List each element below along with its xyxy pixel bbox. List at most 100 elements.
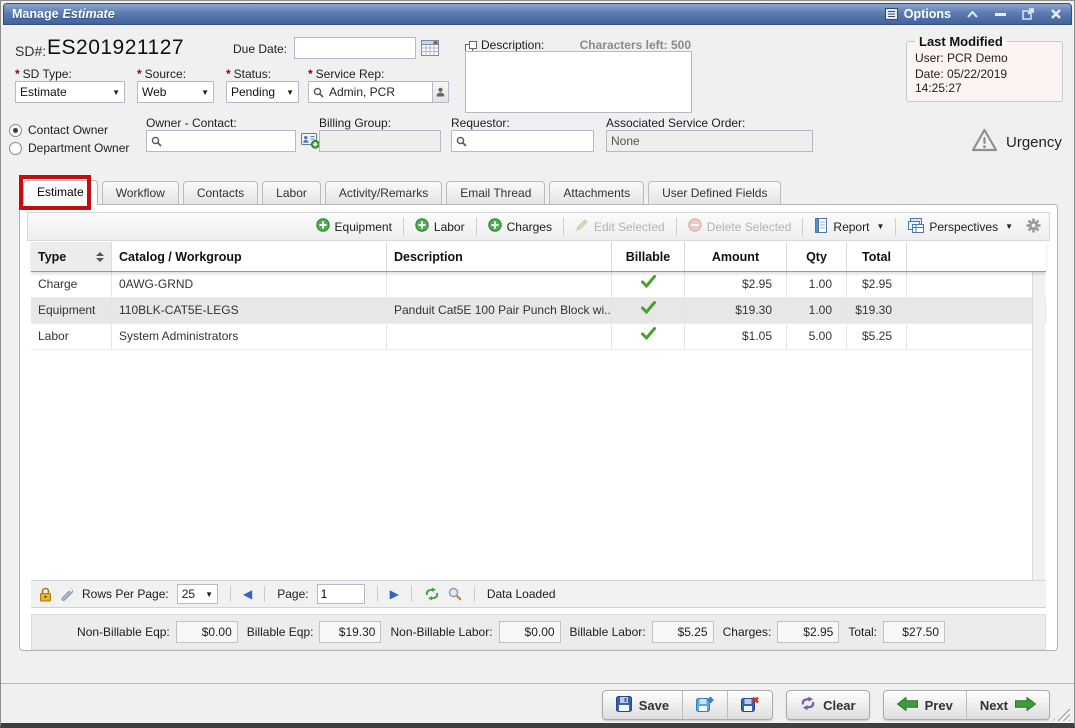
pencil-icon bbox=[575, 218, 589, 235]
close-icon[interactable] bbox=[1049, 7, 1063, 21]
cell-qty[interactable]: 1.00 bbox=[786, 298, 846, 323]
tab-workflow[interactable]: Workflow bbox=[102, 181, 179, 205]
next-page-icon[interactable]: ▶ bbox=[390, 587, 399, 601]
report-icon bbox=[814, 218, 828, 236]
page-input[interactable] bbox=[317, 584, 365, 604]
collapse-icon[interactable] bbox=[965, 7, 979, 21]
pager-separator bbox=[474, 586, 475, 602]
contact-owner-radio[interactable]: Contact Owner bbox=[9, 123, 108, 137]
resize-grip[interactable] bbox=[1052, 705, 1070, 721]
tab-attachments[interactable]: Attachments bbox=[549, 181, 644, 205]
cell-catalog[interactable]: 110BLK-CAT5E-LEGS bbox=[111, 298, 386, 323]
search-icon[interactable] bbox=[448, 587, 462, 601]
urgency-button[interactable]: Urgency bbox=[971, 128, 1062, 157]
column-header-total[interactable]: Total bbox=[846, 242, 906, 271]
add-equipment-label: Equipment bbox=[335, 220, 392, 234]
grid-settings-button[interactable] bbox=[1024, 216, 1043, 238]
source-label: *Source: bbox=[137, 67, 186, 81]
cell-amount[interactable]: $19.30 bbox=[684, 298, 786, 323]
rows-per-page-select[interactable]: 25 ▼ bbox=[177, 584, 218, 604]
cell-qty[interactable]: 1.00 bbox=[786, 272, 846, 297]
estimate-grid: Type Catalog / Workgroup Description Bil… bbox=[31, 242, 1046, 350]
save-button[interactable]: Save bbox=[603, 691, 682, 719]
contact-add-icon[interactable] bbox=[301, 132, 320, 154]
cell-total[interactable]: $2.95 bbox=[846, 272, 906, 297]
manage-estimate-window: ManageEstimate Options SD#: ES2 bbox=[0, 0, 1075, 728]
column-header-qty[interactable]: Qty bbox=[786, 242, 846, 271]
refresh-icon[interactable] bbox=[424, 587, 440, 601]
options-button[interactable]: Options bbox=[885, 7, 951, 21]
grid-header: Type Catalog / Workgroup Description Bil… bbox=[31, 242, 1046, 272]
sd-type-select[interactable]: Estimate▼ bbox=[15, 81, 125, 103]
add-charges-button[interactable]: Charges bbox=[483, 216, 557, 237]
cell-catalog[interactable]: 0AWG-GRND bbox=[111, 272, 386, 297]
column-header-filler bbox=[906, 242, 1046, 271]
edit-selected-button[interactable]: Edit Selected bbox=[570, 216, 670, 237]
tab-labor[interactable]: Labor bbox=[262, 181, 321, 205]
service-rep-picker-button[interactable] bbox=[432, 82, 448, 102]
owner-contact-label: Owner - Contact: bbox=[146, 116, 237, 130]
due-date-input[interactable] bbox=[294, 37, 416, 59]
tab-activity-remarks[interactable]: Activity/Remarks bbox=[325, 181, 442, 205]
cell-description[interactable] bbox=[386, 272, 611, 297]
department-owner-radio[interactable]: Department Owner bbox=[9, 141, 129, 155]
tab-contacts[interactable]: Contacts bbox=[183, 181, 258, 205]
cell-description[interactable]: Panduit Cat5E 100 Pair Punch Block wi... bbox=[386, 298, 611, 323]
report-button[interactable]: Report ▼ bbox=[809, 216, 889, 238]
page-label: Page: bbox=[277, 587, 308, 601]
toolbar-separator bbox=[802, 218, 803, 236]
cell-type[interactable]: Charge bbox=[31, 272, 111, 297]
cell-description[interactable] bbox=[386, 324, 611, 349]
cell-total[interactable]: $5.25 bbox=[846, 324, 906, 349]
next-button[interactable]: Next bbox=[966, 691, 1049, 719]
minimize-icon[interactable] bbox=[993, 7, 1007, 21]
delete-selected-button[interactable]: Delete Selected bbox=[683, 216, 797, 237]
cell-total[interactable]: $19.30 bbox=[846, 298, 906, 323]
required-icon: * bbox=[308, 67, 313, 81]
tab-strip: Estimate Workflow Contacts Labor Activit… bbox=[23, 180, 785, 205]
service-rep-combo[interactable]: Admin, PCR bbox=[308, 81, 449, 103]
cell-billable[interactable] bbox=[611, 298, 684, 323]
cell-qty[interactable]: 5.00 bbox=[786, 324, 846, 349]
lock-icon[interactable] bbox=[39, 587, 52, 602]
save-and-new-button[interactable] bbox=[682, 691, 727, 719]
description-textarea[interactable] bbox=[465, 51, 692, 113]
table-row[interactable]: Equipment 110BLK-CAT5E-LEGS Panduit Cat5… bbox=[31, 298, 1046, 324]
calendar-icon[interactable] bbox=[421, 39, 439, 61]
requestor-input[interactable] bbox=[451, 130, 594, 152]
tab-estimate[interactable]: Estimate bbox=[23, 180, 98, 205]
cell-catalog[interactable]: System Administrators bbox=[111, 324, 386, 349]
clear-button[interactable]: Clear bbox=[787, 691, 869, 719]
gear-icon bbox=[1026, 218, 1041, 236]
window-title-prefix: Manage bbox=[12, 7, 59, 21]
table-row[interactable]: Labor System Administrators $1.05 5.00 $… bbox=[31, 324, 1046, 350]
prev-button[interactable]: Prev bbox=[884, 691, 966, 719]
add-labor-button[interactable]: Labor bbox=[410, 216, 470, 237]
previous-page-icon[interactable]: ◀ bbox=[243, 587, 252, 601]
popout-icon[interactable] bbox=[1021, 7, 1035, 21]
column-header-amount[interactable]: Amount bbox=[684, 242, 786, 271]
grid-scrollbar-track[interactable] bbox=[1032, 242, 1045, 581]
cell-billable[interactable] bbox=[611, 272, 684, 297]
save-and-close-button[interactable] bbox=[727, 691, 772, 719]
green-arrow-left-icon bbox=[897, 697, 918, 714]
cell-amount[interactable]: $1.05 bbox=[684, 324, 786, 349]
cell-type[interactable]: Labor bbox=[31, 324, 111, 349]
add-equipment-button[interactable]: Equipment bbox=[311, 216, 397, 237]
cell-type[interactable]: Equipment bbox=[31, 298, 111, 323]
column-header-catalog-workgroup[interactable]: Catalog / Workgroup bbox=[111, 242, 386, 271]
tab-user-defined-fields[interactable]: User Defined Fields bbox=[648, 181, 781, 205]
source-select[interactable]: Web▼ bbox=[137, 81, 214, 103]
wrench-icon[interactable] bbox=[60, 587, 74, 602]
status-select[interactable]: Pending▼ bbox=[226, 81, 299, 103]
tab-email-thread[interactable]: Email Thread bbox=[446, 181, 545, 205]
cell-amount[interactable]: $2.95 bbox=[684, 272, 786, 297]
column-header-type[interactable]: Type bbox=[31, 242, 111, 271]
column-header-billable[interactable]: Billable bbox=[611, 242, 684, 271]
perspectives-button[interactable]: Perspectives ▼ bbox=[902, 216, 1018, 238]
table-row[interactable]: Charge 0AWG-GRND $2.95 1.00 $2.95 bbox=[31, 272, 1046, 298]
owner-contact-input[interactable] bbox=[146, 130, 296, 152]
column-header-description[interactable]: Description bbox=[386, 242, 611, 271]
totals-bar: Non-Billable Eqp:$0.00 Billable Eqp:$19.… bbox=[31, 614, 1046, 650]
cell-billable[interactable] bbox=[611, 324, 684, 349]
